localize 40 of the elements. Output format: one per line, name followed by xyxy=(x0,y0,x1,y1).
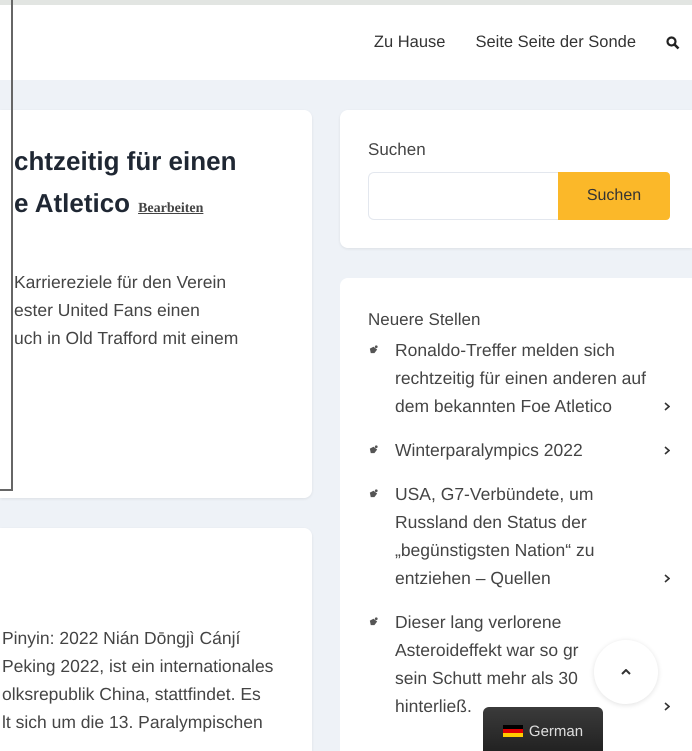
chevron-icon xyxy=(664,446,670,455)
widget-title: Neuere Stellen xyxy=(368,310,482,330)
article-text: olksrepublik China, stattfindet. Es xyxy=(2,683,262,706)
post-link[interactable]: rechtzeitig für einen anderen auf xyxy=(395,364,646,392)
article-text: uch in Old Trafford mit einem xyxy=(14,327,240,350)
article-text: Peking 2022, ist ein internationales xyxy=(2,655,274,678)
post-link[interactable]: sein Schutt mehr als 30 xyxy=(395,664,578,692)
article-title: chtzeitig für einen xyxy=(14,145,236,178)
search-field[interactable] xyxy=(368,172,558,220)
nav-link[interactable]: Zu Hause xyxy=(374,33,446,52)
article-text: Pinyin: 2022 Nián Dōngjì Cánjí xyxy=(2,627,242,650)
article-text: Karriereziele für den Verein xyxy=(14,271,228,294)
bullet-icon xyxy=(368,444,379,455)
article-text: ester United Fans einen xyxy=(14,299,201,322)
post-link[interactable]: Russland den Status der xyxy=(395,508,587,536)
post-link[interactable]: „begünstigsten Nation“ zu xyxy=(395,536,594,564)
bullet-icon xyxy=(368,344,379,355)
article-text: lt sich um die 13. Paralympischen xyxy=(2,711,264,734)
search-icon[interactable] xyxy=(666,36,680,50)
caret-up-icon xyxy=(621,669,631,675)
search-button[interactable]: Suchen xyxy=(558,172,670,220)
language-selector[interactable]: German xyxy=(483,707,603,751)
chevron-icon xyxy=(664,702,670,711)
post-link[interactable]: USA, G7-Verbündete, um xyxy=(395,480,594,508)
post-link[interactable]: entziehen – Quellen xyxy=(395,564,551,592)
chevron-icon xyxy=(664,402,670,411)
chevron-icon xyxy=(664,574,670,583)
bullet-icon xyxy=(368,488,379,499)
post-link[interactable]: hinterließ. xyxy=(395,692,472,720)
article-title: e Atletico xyxy=(14,187,130,220)
search-label: Suchen xyxy=(368,140,427,160)
nav-link[interactable]: Seite Seite der Sonde xyxy=(475,33,636,52)
flag-icon xyxy=(502,725,523,737)
edit-link[interactable]: Bearbeiten xyxy=(138,188,204,230)
post-link[interactable]: Dieser lang verlorene xyxy=(395,608,562,636)
post-link[interactable]: Ronaldo-Treffer melden sich xyxy=(395,336,615,364)
post-link[interactable]: Asteroideffekt war so gr xyxy=(395,636,579,664)
bullet-icon xyxy=(368,616,379,627)
post-link[interactable]: Winterparalympics 2022 xyxy=(395,436,583,464)
post-link[interactable]: dem bekannten Foe Atletico xyxy=(395,392,612,420)
